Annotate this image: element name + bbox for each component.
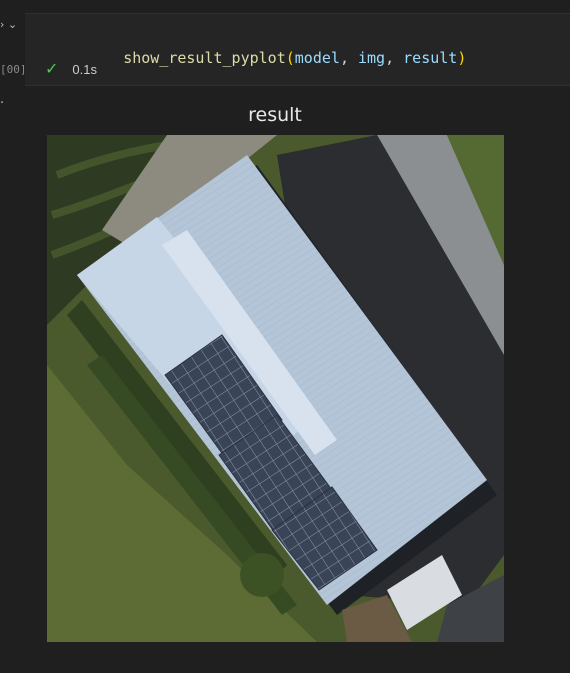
output-marker: . (0, 92, 5, 107)
arg-result: result (403, 49, 458, 67)
notebook-page: › ⌄ [00] . show_result_pyplot(model, img… (0, 0, 570, 673)
comma: , (385, 49, 395, 67)
arg-img: img (358, 49, 386, 67)
function-name: show_result_pyplot (123, 49, 286, 67)
close-paren: ) (457, 49, 467, 67)
aerial-image (47, 135, 504, 642)
collapse-chevron-icon[interactable]: › ⌄ (0, 18, 24, 34)
execution-duration: 0.1s (72, 61, 97, 77)
execution-status: ✓ 0.1s (45, 61, 97, 77)
code-line[interactable]: show_result_pyplot(model, img, result) (69, 31, 466, 85)
plot-title: result (248, 104, 302, 126)
open-paren: ( (285, 49, 295, 67)
code-cell[interactable]: show_result_pyplot(model, img, result) ✓… (25, 13, 570, 86)
tree (240, 553, 284, 597)
aerial-image-svg (47, 135, 504, 642)
arg-model: model (294, 49, 340, 67)
execution-count: [00] (0, 63, 27, 76)
check-icon: ✓ (45, 59, 59, 78)
comma: , (339, 49, 349, 67)
